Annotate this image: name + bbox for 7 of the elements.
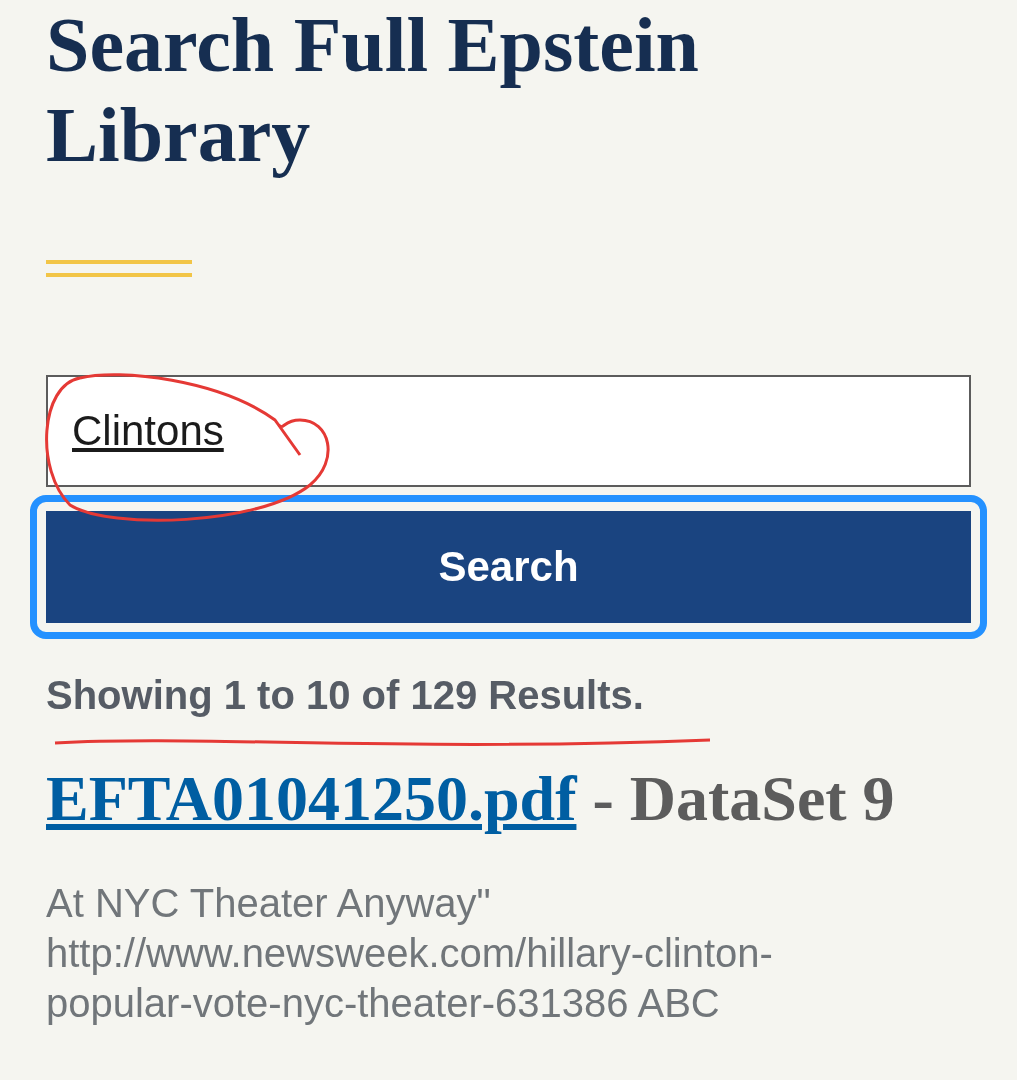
result-snippet: At NYC Theater Anyway" http://www.newsweek.com/hillary-clinton- popular-vote-nyc-theater-631386 ABC	[46, 880, 774, 1027]
dataset-label: - DataSet 9	[592, 762, 895, 836]
search-button[interactable]: Search	[30, 495, 987, 639]
result-link[interactable]: EFTA01041250.pdf	[46, 762, 577, 836]
search-field[interactable]: Clintons	[46, 375, 971, 487]
results-summary: Showing 1 to 10 of 129 Results.	[46, 673, 645, 718]
page-title: Search Full Epstein Library	[46, 0, 700, 180]
